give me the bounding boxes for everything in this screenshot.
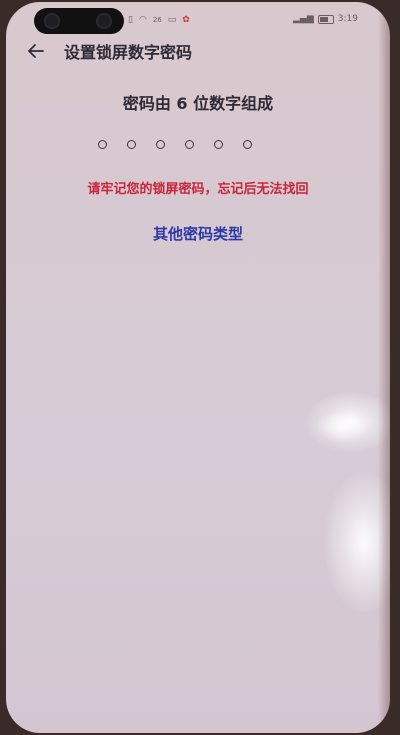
signal-icon: ▂▄▆ (293, 14, 314, 24)
screen: ▯ ◠ 26 ▭ ✿ ▂▄▆ 3:19 设置锁屏数字密码 密码由 6 位数字组成 (6, 2, 390, 733)
pin-dot (127, 140, 136, 149)
pin-dot (156, 140, 165, 149)
pin-dot (214, 140, 223, 149)
pin-length-hint: 密码由 6 位数字组成 (122, 94, 274, 113)
app-notification-icon: ✿ (182, 15, 190, 25)
battery-icon (317, 14, 334, 24)
pin-dot (243, 140, 252, 149)
status-time: 3:19 (337, 14, 358, 24)
back-button[interactable] (24, 39, 48, 63)
screen-glare-3 (316, 412, 366, 442)
status-right-icons: ▂▄▆ 3:19 (293, 14, 358, 24)
sim-icon: ▯ (128, 15, 133, 25)
data-icon: ▭ (167, 15, 177, 25)
curved-edge-shadow (378, 2, 390, 733)
pin-dot (98, 140, 107, 149)
status-left-icons: ▯ ◠ 26 ▭ ✿ (128, 15, 190, 25)
back-arrow-icon (28, 44, 44, 58)
page-title: 设置锁屏数字密码 (64, 43, 193, 62)
pin-indicator (98, 140, 252, 149)
other-password-type-link[interactable]: 其他密码类型 (6, 223, 390, 244)
phone-frame: ▯ ◠ 26 ▭ ✿ ▂▄▆ 3:19 设置锁屏数字密码 密码由 6 位数字组成 (0, 0, 400, 735)
status-bar: ▯ ◠ 26 ▭ ✿ ▂▄▆ 3:19 (6, 10, 390, 30)
signal-text: 26 (152, 16, 162, 24)
warning-text: 请牢记您的锁屏密码，忘记后无法找回 (87, 182, 309, 197)
app-header: 设置锁屏数字密码 (24, 38, 192, 64)
wifi-icon: ◠ (138, 15, 147, 25)
pin-dot (185, 140, 194, 149)
